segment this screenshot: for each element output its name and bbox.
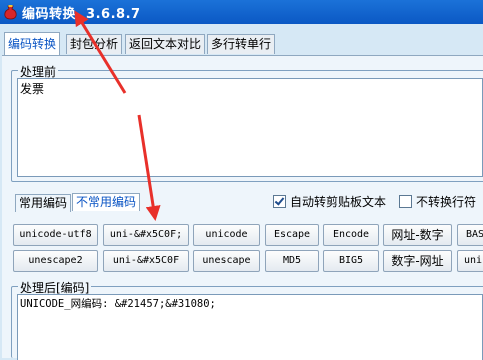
no-newline-checkbox[interactable]	[399, 195, 412, 208]
tab-compare-text[interactable]: 返回文本对比	[125, 34, 206, 54]
uni-hex2-button[interactable]: uni-&#x5C0F	[103, 250, 189, 272]
big5-button[interactable]: BIG5	[323, 250, 379, 272]
unescape-button[interactable]: unescape	[193, 250, 260, 272]
tab-multiline-to-single[interactable]: 多行转单行	[207, 34, 276, 54]
no-newline-label: 不转换行符	[416, 195, 477, 209]
tab-encode-convert[interactable]: 编码转换	[4, 32, 61, 55]
no-newline-option[interactable]: 不转换行符	[399, 193, 476, 210]
number-to-url-button[interactable]: 数字-网址	[383, 250, 452, 272]
title-bar: 编码转换 3.6.8.7	[0, 0, 483, 24]
escape-button[interactable]: Escape	[265, 224, 319, 246]
uni-button[interactable]: uni	[457, 250, 483, 272]
uni-hex-button[interactable]: uni-&#x5C0F;	[103, 224, 189, 246]
unicode-utf8-button[interactable]: unicode-utf8	[13, 224, 98, 246]
auto-clipboard-label: 自动转剪贴板文本	[290, 195, 387, 209]
window-title: 编码转换 3.6.8.7	[22, 7, 141, 22]
input-textarea[interactable]: 发票	[17, 78, 483, 177]
md5-button[interactable]: MD5	[265, 250, 319, 272]
auto-clipboard-option[interactable]: 自动转剪贴板文本	[273, 193, 386, 210]
tab-packet-analysis[interactable]: 封包分析	[66, 34, 123, 54]
subtab-uncommon-encodings[interactable]: 不常用编码	[72, 193, 141, 211]
main-tabbar: 编码转换 封包分析 返回文本对比 多行转单行	[0, 32, 483, 55]
encode-button[interactable]: Encode	[323, 224, 379, 246]
app-icon	[4, 5, 17, 20]
url-to-number-button[interactable]: 网址-数字	[383, 224, 452, 246]
unicode-button[interactable]: unicode	[193, 224, 260, 246]
base64-button[interactable]: BAS	[457, 224, 483, 246]
output-textarea[interactable]: UNICODE_网编码: &#21457;&#31080;	[17, 294, 483, 360]
unescape2-button[interactable]: unescape2	[13, 250, 98, 272]
auto-clipboard-checkbox[interactable]	[273, 195, 286, 208]
subtab-common-encodings[interactable]: 常用编码	[15, 194, 72, 212]
